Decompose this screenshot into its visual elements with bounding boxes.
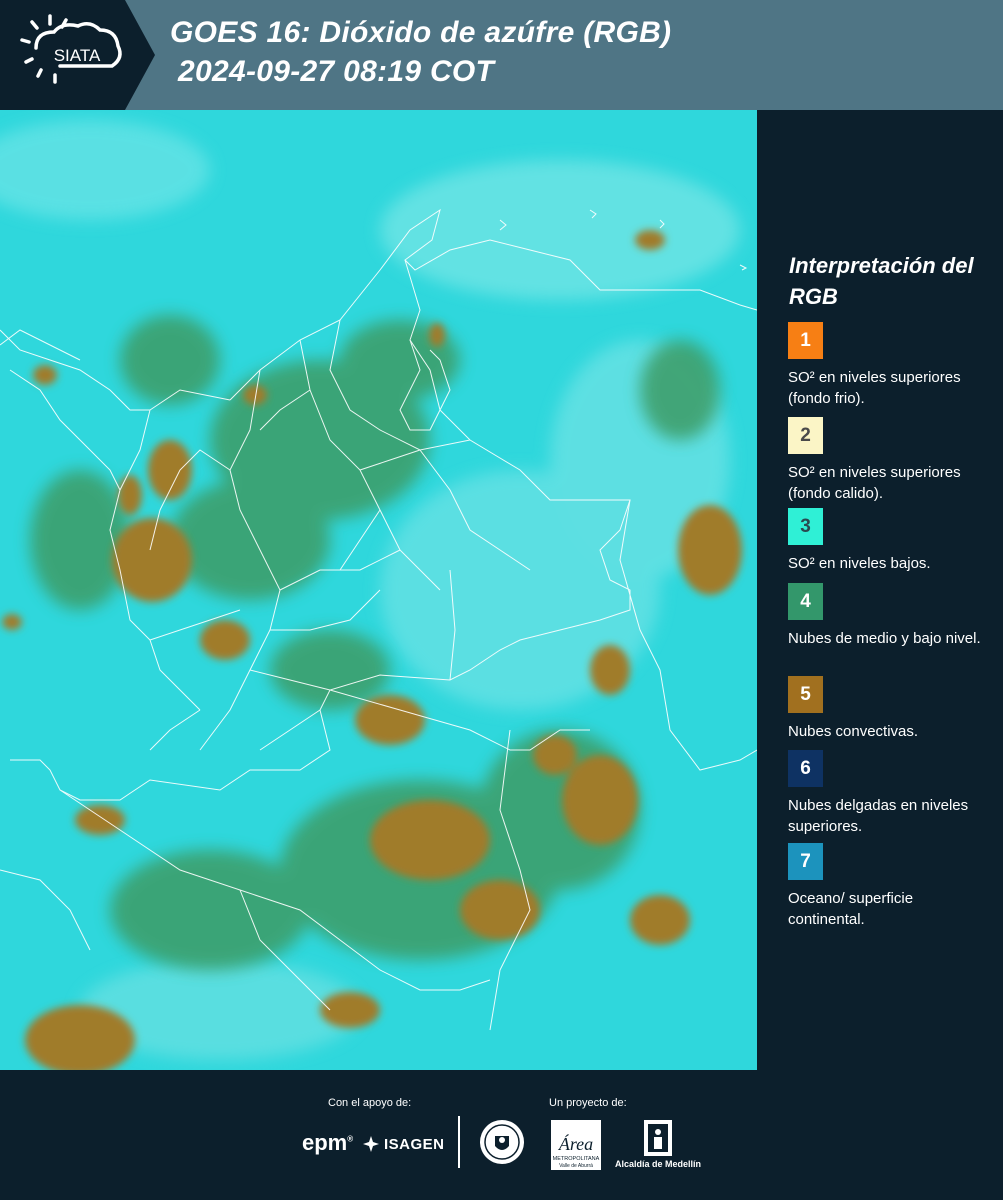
legend-swatch-4: 4 — [788, 583, 823, 620]
area-logo-subtext2: Valle de Aburrá — [559, 1163, 593, 1169]
legend-number-1: 1 — [800, 329, 811, 351]
legend-item-7: 7 Oceano/ superficie continental. — [788, 843, 988, 930]
legend-swatch-3: 3 — [788, 508, 823, 545]
area-logo-text: Área — [558, 1133, 593, 1154]
legend-swatch-6: 6 — [788, 750, 823, 787]
title-timestamp: 2024-09-27 08:19 COT — [178, 55, 495, 88]
support-label: Con el apoyo de: — [328, 1097, 412, 1109]
footer-divider — [458, 1116, 460, 1168]
header-bar: SIATA GOES 16: Dióxido de azúfre (RGB) 2… — [0, 0, 1003, 110]
area-metropolitana-logo: Área METROPOLITANA Valle de Aburrá — [551, 1120, 601, 1170]
alcaldia-logo: Alcaldía de Medellín — [612, 1118, 704, 1169]
epm-logo: epm® — [302, 1130, 354, 1155]
legend-item-3: 3 SO² en niveles bajos. — [788, 508, 988, 574]
legend-number-5: 5 — [800, 683, 811, 705]
epm-logo-text: epm — [302, 1130, 348, 1155]
legend-number-2: 2 — [800, 424, 811, 446]
legend-swatch-5: 5 — [788, 676, 823, 713]
legend-item-4: 4 Nubes de medio y bajo nivel. — [788, 583, 988, 649]
alcaldia-text: Alcaldía de Medellín — [614, 1159, 702, 1169]
legend-number-4: 4 — [800, 590, 811, 612]
legend-swatch-7: 7 — [788, 843, 823, 880]
project-label: Un proyecto de: — [549, 1097, 627, 1109]
legend-label-3: SO² en niveles bajos. — [788, 555, 931, 572]
legend-item-5: 5 Nubes convectivas. — [788, 676, 988, 742]
isagen-logo-text: ISAGEN — [384, 1135, 445, 1153]
legend-label-6: Nubes delgadas en niveles superiores. — [788, 797, 969, 835]
legend-title: Interpretación del RGB — [789, 253, 974, 309]
legend-item-2: 2 SO² en niveles superiores (fondo calid… — [788, 417, 988, 504]
legend-item-1: 1 SO² en niveles superiores (fondo frio)… — [788, 322, 988, 409]
isagen-icon — [363, 1136, 379, 1152]
legend-number-3: 3 — [800, 515, 811, 537]
legend-label-7: Oceano/ superficie continental. — [788, 890, 914, 928]
legend-label-2: SO² en niveles superiores (fondo calido)… — [788, 464, 961, 502]
siata-logo-text: SIATA — [54, 46, 101, 65]
legend-item-6: 6 Nubes delgadas en niveles superiores. — [788, 750, 988, 837]
legend-label-5: Nubes convectivas. — [788, 723, 919, 740]
legend-panel: Interpretación del RGB 1 SO² en niveles … — [757, 110, 1003, 1070]
legend-number-6: 6 — [800, 757, 811, 779]
legend-number-7: 7 — [800, 850, 811, 872]
legend-swatch-1: 1 — [788, 322, 823, 359]
footer: Con el apoyo de: Un proyecto de: epm® IS… — [0, 1070, 1003, 1200]
legend-label-1: SO² en niveles superiores (fondo frio). — [788, 369, 961, 407]
legend-label-4: Nubes de medio y bajo nivel. — [788, 630, 981, 647]
title-product: GOES 16: Dióxido de azúfre (RGB) — [170, 16, 672, 49]
siata-logo: SIATA — [0, 0, 155, 110]
area-logo-subtext: METROPOLITANA — [553, 1156, 600, 1162]
isagen-logo: ISAGEN — [362, 1133, 445, 1155]
satellite-image — [0, 110, 757, 1070]
legend-swatch-2: 2 — [788, 417, 823, 454]
medellin-seal-icon — [480, 1120, 524, 1164]
alcaldia-shield-icon — [644, 1120, 672, 1156]
